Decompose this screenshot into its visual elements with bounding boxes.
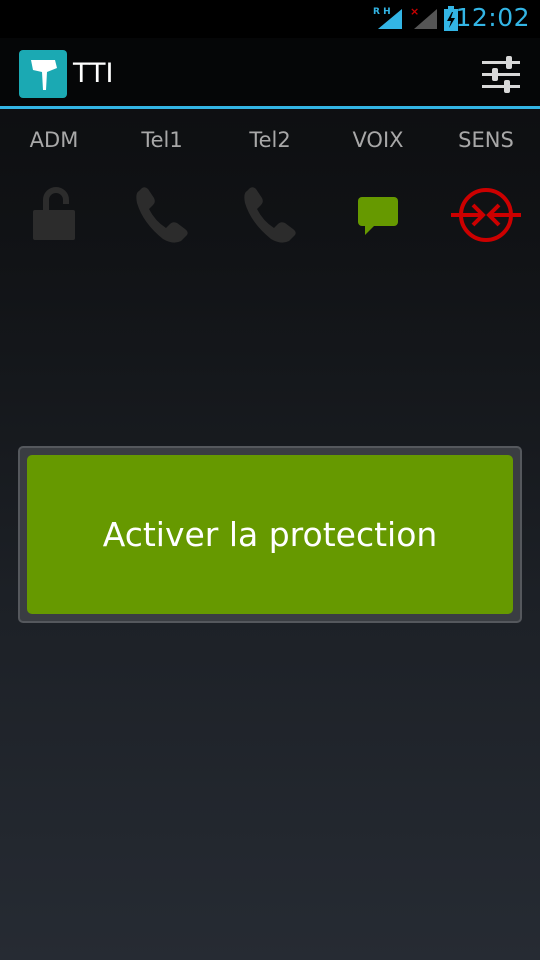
sensor-arrows-icon — [451, 188, 521, 242]
indicator-sens[interactable]: SENS — [432, 128, 540, 247]
svg-text:R H: R H — [373, 7, 391, 17]
unlocked-padlock-icon — [33, 187, 75, 240]
indicator-label: VOIX — [352, 128, 404, 152]
action-bar-divider — [0, 106, 540, 109]
chat-bubble-icon — [358, 197, 398, 235]
svg-text:×: × — [410, 6, 419, 18]
indicator-tel2[interactable]: Tel2 — [216, 128, 324, 247]
indicator-label: ADM — [29, 128, 79, 152]
indicator-tel1[interactable]: Tel1 — [108, 128, 216, 247]
tti-logo-icon[interactable] — [19, 50, 67, 98]
indicator-label: Tel2 — [249, 128, 291, 152]
phone-icon — [244, 187, 296, 243]
status-bar: R H × 12:02 — [0, 0, 540, 38]
sliders-icon — [482, 56, 520, 93]
signal-strength-icon: R H — [373, 7, 402, 29]
action-bar: TTI — [0, 38, 540, 108]
app-title: TTI — [73, 58, 114, 89]
no-signal-icon: × — [410, 6, 437, 29]
indicator-label: Tel1 — [141, 128, 183, 152]
indicator-label: SENS — [458, 128, 514, 152]
activate-protection-button[interactable]: Activer la protection — [27, 455, 513, 614]
indicator-voix[interactable]: VOIX — [324, 128, 432, 247]
settings-button[interactable] — [480, 54, 522, 96]
indicator-adm[interactable]: ADM — [0, 128, 108, 247]
phone-icon — [136, 187, 188, 243]
status-time: 12:02 — [455, 3, 530, 32]
